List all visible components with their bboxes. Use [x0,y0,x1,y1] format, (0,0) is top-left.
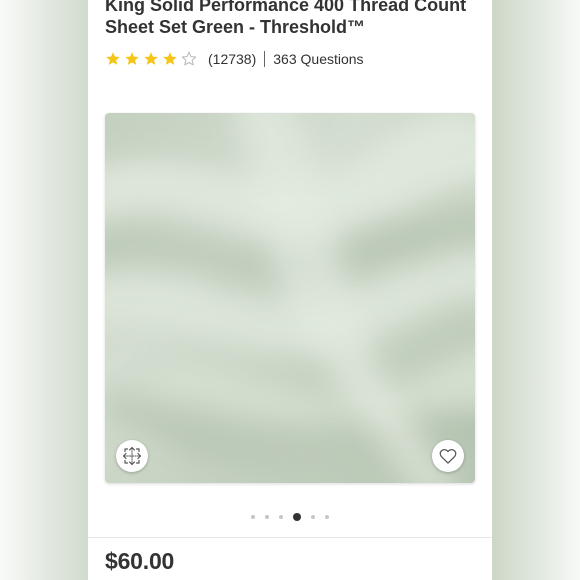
product-image[interactable] [105,113,475,483]
questions-link[interactable]: 363 Questions [273,51,363,67]
gallery-dot[interactable] [265,515,269,519]
product-photo-fabric [105,113,475,483]
gallery-dot[interactable] [279,515,283,519]
gallery-dot[interactable] [311,515,315,519]
review-count[interactable]: (12738) [208,51,256,67]
favorite-button[interactable] [432,440,464,472]
star-rating[interactable] [105,51,200,67]
expand-arrows-icon [122,446,142,466]
gallery-dot[interactable] [325,515,329,519]
section-divider [88,537,492,538]
background-blur-right [492,0,580,580]
gallery-dot[interactable] [293,513,301,521]
star-filled-icon [106,52,120,65]
product-title: King Solid Performance 400 Thread Count … [105,0,489,38]
rating-separator [264,51,266,67]
product-price: $60.00 [105,548,175,574]
heart-outline-icon [439,448,457,464]
product-title-line-2: Sheet Set Green - Threshold™ [105,17,366,37]
expand-image-button[interactable] [116,440,148,472]
star-filled-icon [163,52,177,65]
product-title-line-1: King Solid Performance 400 Thread Count [105,0,467,15]
rating-row: (12738) 363 Questions [105,49,364,69]
gallery-pagination [88,513,492,521]
gallery-dot[interactable] [251,515,255,519]
background-blur-left [0,0,88,580]
star-filled-icon [125,52,139,65]
product-card: King Solid Performance 400 Thread Count … [88,0,492,580]
star-filled-icon [144,52,158,65]
star-empty-icon [181,51,197,66]
